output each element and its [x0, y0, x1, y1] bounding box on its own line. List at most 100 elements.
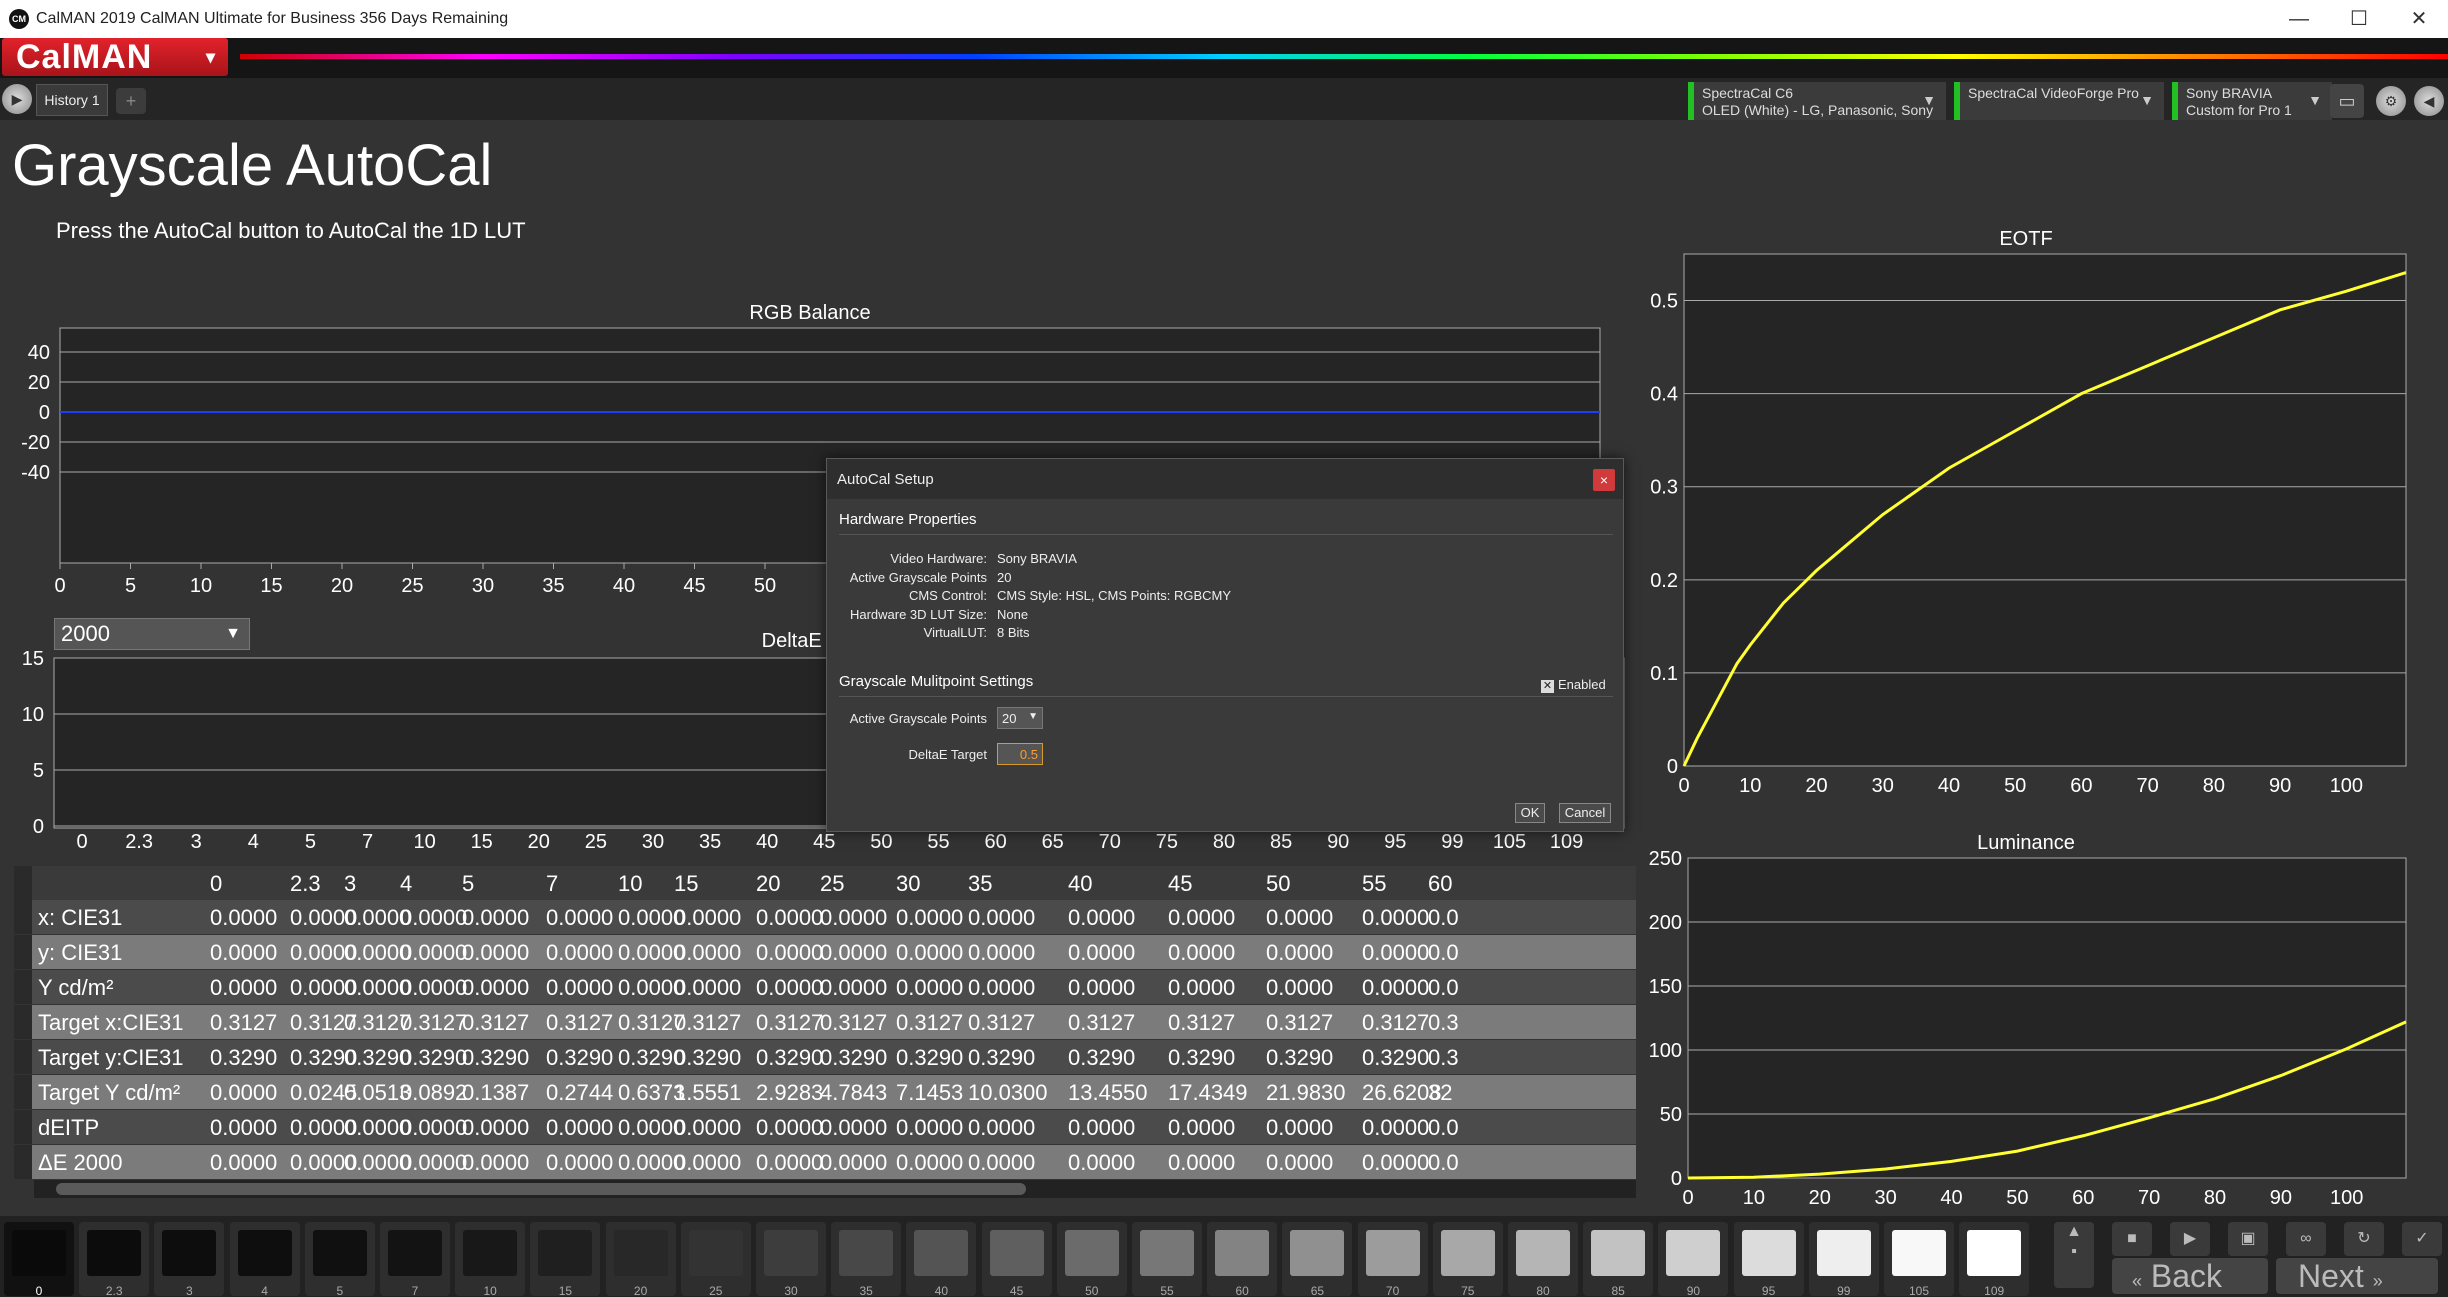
column-header[interactable]: 20 [756, 871, 780, 897]
scrollbar-thumb[interactable] [56, 1183, 1026, 1195]
column-header[interactable]: 55 [1362, 871, 1386, 897]
column-header[interactable]: 15 [674, 871, 698, 897]
row-selector[interactable] [14, 1075, 32, 1109]
patch-button[interactable]: 99 [1808, 1222, 1879, 1297]
gear-icon[interactable]: ⚙ [2376, 86, 2406, 116]
deltae-x-tick: 35 [699, 831, 721, 853]
deltae-target-input[interactable] [997, 743, 1043, 765]
patch-button[interactable]: 10 [455, 1222, 526, 1297]
loop-icon[interactable]: ∞ [2286, 1222, 2326, 1256]
patch-button[interactable]: 65 [1282, 1222, 1353, 1297]
patch-button[interactable]: 30 [756, 1222, 826, 1297]
patch-button[interactable]: 80 [1508, 1222, 1578, 1297]
calman-menu-button[interactable]: CalMAN ▾ [2, 38, 228, 76]
patch-button[interactable]: 5 [304, 1222, 375, 1297]
patch-button[interactable]: 25 [680, 1222, 751, 1297]
device-generator[interactable]: SpectraCal VideoForge Pro ▼ [1954, 82, 2164, 120]
minimize-button[interactable]: — [2274, 2, 2324, 36]
patch-label: 5 [336, 1284, 344, 1297]
patch-button[interactable]: 90 [1658, 1222, 1729, 1297]
play-icon[interactable]: ▶ [2, 84, 32, 114]
row-selector[interactable] [14, 1110, 32, 1144]
patch-button[interactable]: 105 [1884, 1222, 1954, 1297]
column-header[interactable]: 60 [1428, 871, 1452, 897]
patch-button[interactable]: 75 [1432, 1222, 1503, 1297]
refresh-icon[interactable]: ↻ [2344, 1222, 2384, 1256]
table-cell: 0.0000 [896, 940, 964, 965]
device-display[interactable]: Sony BRAVIA Custom for Pro 1 ▼ [2172, 82, 2332, 120]
close-window-button[interactable]: ✕ [2394, 2, 2444, 36]
add-tab-button[interactable]: + [116, 88, 146, 114]
table-cell: 17.4349 [1168, 1080, 1248, 1105]
row-selector[interactable] [14, 1145, 32, 1179]
patch-button[interactable]: 85 [1583, 1222, 1654, 1297]
patch-button[interactable]: 20 [605, 1222, 676, 1297]
column-header[interactable]: 35 [968, 871, 992, 897]
patch-button[interactable]: 15 [530, 1222, 601, 1297]
deltae-x-tick: 25 [585, 831, 607, 853]
back-button[interactable]: « Back [2112, 1258, 2268, 1294]
table-cell: 0.0000 [896, 905, 964, 930]
maximize-button[interactable]: ☐ [2334, 2, 2384, 36]
row-selector[interactable] [14, 1040, 32, 1074]
eotf-x-tick: 10 [1739, 775, 1761, 797]
patch-button[interactable]: 35 [831, 1222, 902, 1297]
column-header[interactable]: 30 [896, 871, 920, 897]
eotf-x-tick: 30 [1872, 775, 1894, 797]
row-selector[interactable] [14, 935, 32, 969]
stop-icon[interactable]: ■ [2112, 1222, 2152, 1256]
tab-history-1[interactable]: History 1 [36, 84, 108, 116]
play-icon[interactable]: ▶ [2170, 1222, 2210, 1256]
dialog-close-button[interactable]: × [1593, 469, 1615, 491]
rgb-y-tick: -40 [21, 462, 50, 484]
enabled-checkbox[interactable]: ✕ Enabled [1541, 677, 1611, 693]
check-icon[interactable]: ✓ [2402, 1222, 2442, 1256]
patch-button[interactable]: 3 [154, 1222, 225, 1297]
collapse-icon[interactable]: ◀ [2414, 86, 2444, 116]
column-header[interactable]: 40 [1068, 871, 1092, 897]
row-selector[interactable] [14, 1005, 32, 1039]
patch-button[interactable]: 95 [1733, 1222, 1804, 1297]
column-header[interactable]: 7 [546, 871, 558, 897]
eotf-plot-area [1683, 253, 2407, 767]
patch-button[interactable]: 70 [1357, 1222, 1428, 1297]
lut-size-select[interactable]: 2000 ▼ [54, 618, 250, 650]
table-cell: 0.1387 [462, 1080, 530, 1105]
table-cell: 0.0000 [210, 940, 278, 965]
cancel-button[interactable]: Cancel [1559, 803, 1611, 823]
patch-button[interactable]: 109 [1959, 1222, 2030, 1297]
patch-button[interactable]: 4 [229, 1222, 300, 1297]
display-icon[interactable]: ▭ [2330, 84, 2364, 118]
column-header[interactable]: 25 [820, 871, 844, 897]
tab-bar: ▶ History 1 + SpectraCal C6 OLED (White)… [0, 78, 2448, 120]
patch-button[interactable]: 45 [981, 1222, 1052, 1297]
patch-button[interactable]: 2.3 [79, 1222, 150, 1297]
patch-button[interactable]: 55 [1132, 1222, 1202, 1297]
column-header[interactable]: 2.3 [290, 871, 321, 897]
rgb-x-tick: 0 [54, 575, 65, 597]
column-header[interactable]: 50 [1266, 871, 1290, 897]
column-header[interactable]: 0 [210, 871, 222, 897]
table-cell: 0.0000 [674, 1115, 742, 1140]
patch-button[interactable]: 0 [4, 1222, 74, 1297]
patch-button[interactable]: 7 [380, 1222, 450, 1297]
column-header[interactable]: 5 [462, 871, 474, 897]
table-horizontal-scrollbar[interactable] [34, 1180, 1636, 1198]
patch-button[interactable]: 50 [1056, 1222, 1127, 1297]
next-button[interactable]: Next » [2276, 1258, 2438, 1294]
row-selector[interactable] [14, 900, 32, 934]
ok-button[interactable]: OK [1515, 803, 1545, 823]
active-points-select[interactable]: 20 ▼ [997, 707, 1043, 729]
row-selector[interactable] [14, 866, 32, 900]
patch-button[interactable]: 40 [906, 1222, 977, 1297]
column-header[interactable]: 4 [400, 871, 412, 897]
device-meter[interactable]: SpectraCal C6 OLED (White) - LG, Panason… [1688, 82, 1946, 120]
patch-button[interactable]: 60 [1207, 1222, 1278, 1297]
column-header[interactable]: 45 [1168, 871, 1192, 897]
patch-size-control[interactable]: ▲ ▪ [2054, 1222, 2094, 1288]
column-header[interactable]: 10 [618, 871, 642, 897]
row-selector[interactable] [14, 970, 32, 1004]
save-icon[interactable]: ▣ [2228, 1222, 2268, 1256]
page-title: Grayscale AutoCal [12, 133, 493, 198]
column-header[interactable]: 3 [344, 871, 356, 897]
